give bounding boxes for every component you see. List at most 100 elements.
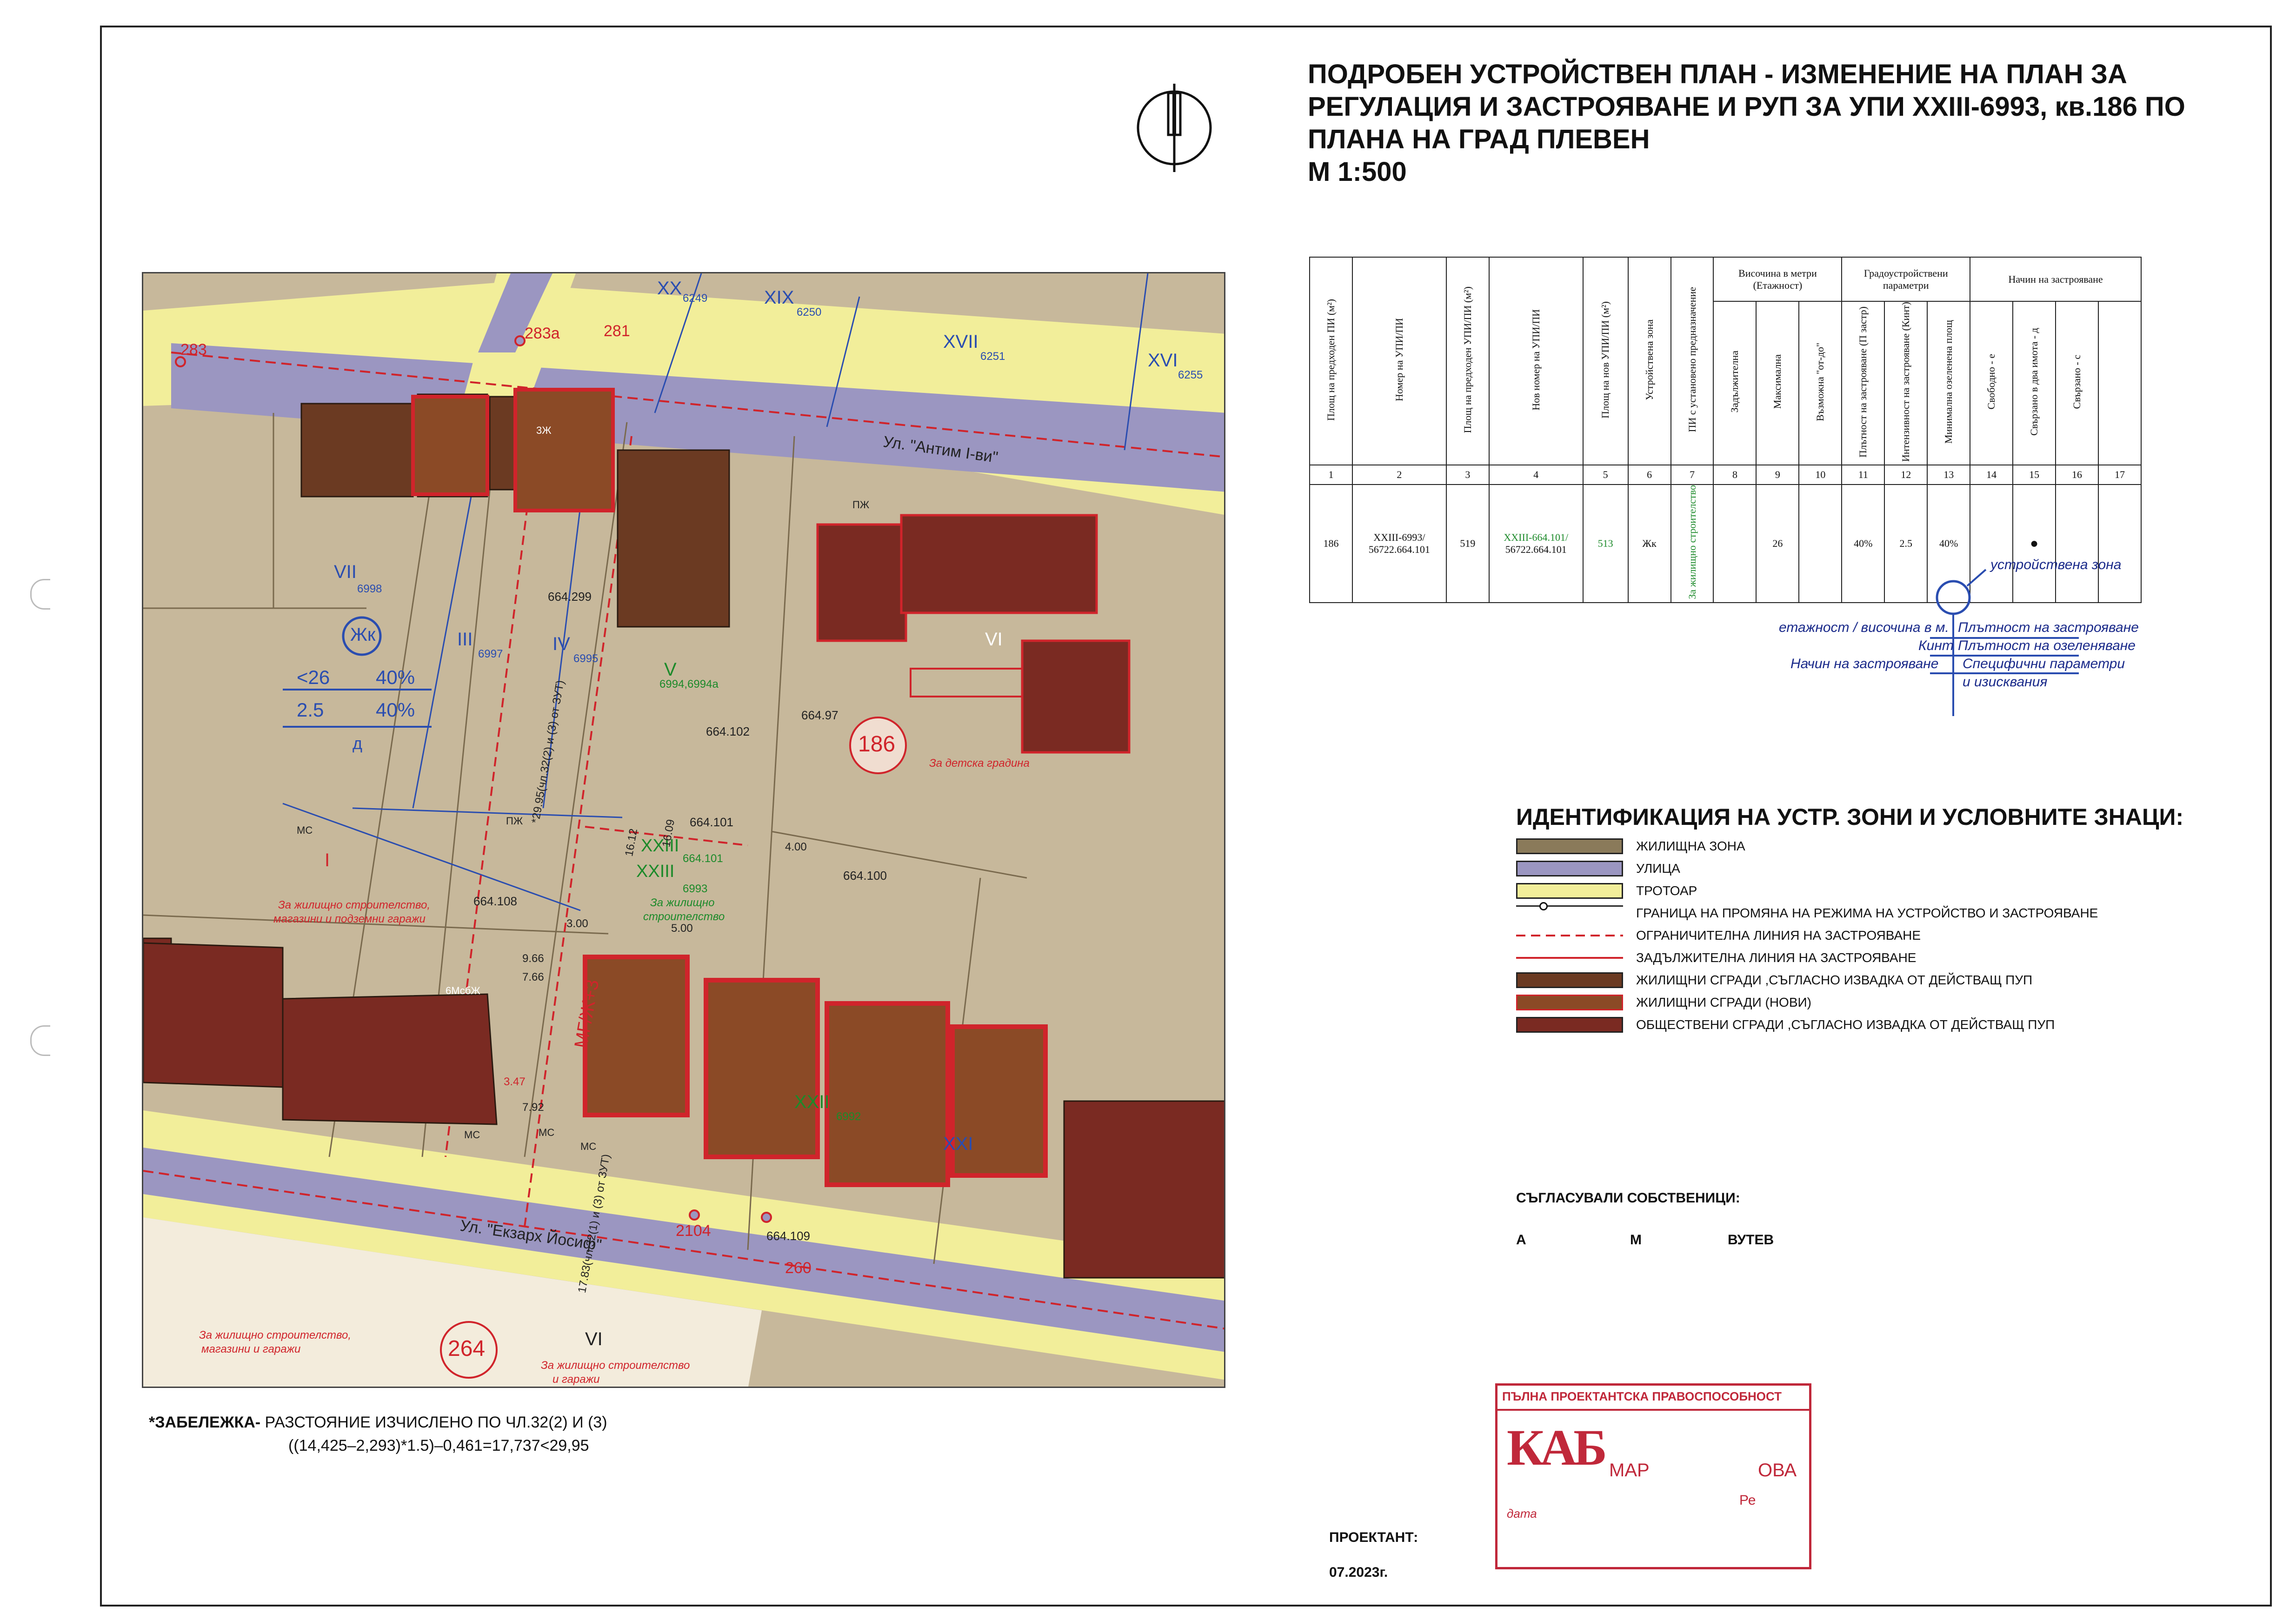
note-text: РАЗСТОЯНИЕ ИЗЧИСЛЕНО ПО ЧЛ.32(2) И (3)	[265, 1414, 607, 1431]
table-header: Свързано - с	[2070, 354, 2083, 409]
parameters-table: Площ на предходен ПИ (м²) Номер на УПИ/П…	[1309, 256, 2142, 603]
table-header: Възможна "от-до"	[1814, 342, 1826, 421]
scale-label: М 1:500	[1308, 157, 1407, 187]
key-density: Плътност на застрояване	[1958, 620, 2139, 635]
agreed-owners-label: СЪГЛАСУВАЛИ СОБСТВЕНИЦИ:	[1516, 1190, 1740, 1206]
key-method: Начин на застрояване	[1790, 656, 1939, 671]
point-label: 281	[604, 322, 630, 340]
zone-code: Жк	[350, 624, 376, 645]
table-header: Нов номер на УПИ/ПИ	[1530, 309, 1542, 411]
purpose-label: За детска градина	[929, 757, 1030, 770]
plot-number: XVII	[943, 332, 978, 352]
note-label: *ЗАБЕЛЕЖКА-	[149, 1414, 261, 1431]
title-line: ПЛАНА НА ГРАД ПЛЕВЕН	[1308, 124, 1650, 154]
plot-number: 6992	[836, 1110, 861, 1123]
plot-number: XXII	[794, 1092, 830, 1112]
ms-label: МС	[580, 1141, 597, 1152]
table-cell: XXIII-664.101/56722.664.101	[1488, 484, 1584, 603]
table-header: Номер на УПИ/ПИ	[1393, 318, 1405, 402]
owner-name: ВУТЕВ	[1728, 1232, 1774, 1248]
table-col-number: 7	[1670, 465, 1714, 485]
table-cell: 186	[1309, 484, 1353, 603]
table-col-number: 13	[1927, 465, 1971, 485]
table-cell: Жк	[1627, 484, 1671, 603]
plot-number: IV	[552, 634, 570, 654]
legend-item: ЗАДЪЛЖИТЕЛНА ЛИНИЯ НА ЗАСТРОЯВАНЕ	[1516, 949, 1916, 967]
table-col-number: 11	[1841, 465, 1885, 485]
purpose-label: За жилищно	[650, 896, 715, 909]
table-cell	[2097, 484, 2142, 603]
table-col-number: 8	[1713, 465, 1757, 485]
purpose-label: За жилищно строителство,	[278, 899, 430, 911]
plot-number: 6997	[478, 648, 503, 660]
dimension: 5.00	[671, 922, 693, 935]
table-col-number: 9	[1756, 465, 1800, 485]
purpose-label: магазини и гаражи	[201, 1343, 301, 1355]
note-formula: ((14,425–2,293)*1.5)–0,461=17,737<29,95	[288, 1437, 589, 1454]
table-col-number: 12	[1884, 465, 1928, 485]
plot-number: XIX	[764, 287, 794, 308]
parcel-id: 664.97	[801, 708, 839, 722]
title-line: ПОДРОБЕН УСТРОЙСТВЕН ПЛАН - ИЗМЕНЕНИЕ НА…	[1308, 59, 2127, 89]
key-floors: етажност / височина в м.	[1779, 620, 1949, 635]
parcel-id: 664.102	[706, 724, 750, 738]
table-col-number: 15	[2012, 465, 2056, 485]
table-header: Максимална	[1771, 354, 1784, 409]
dimension: 7.92	[522, 1101, 544, 1114]
plot-number: V	[664, 659, 677, 680]
dimension: 3.47	[504, 1076, 526, 1088]
key-specific: Специфични параметри	[1963, 656, 2125, 671]
legend-item: ЖИЛИЩНИ СГРАДИ ,СЪГЛАСНО ИЗВАДКА ОТ ДЕЙС…	[1516, 971, 2032, 989]
block-number: 264	[448, 1336, 486, 1361]
table-col-number: 14	[1970, 465, 2014, 485]
table-header: Задължителна	[1729, 351, 1741, 413]
legend-item: ОБЩЕСТВЕНИ СГРАДИ ,СЪГЛАСНО ИЗВАДКА ОТ Д…	[1516, 1016, 2055, 1034]
plan-title: ПОДРОБЕН УСТРОЙСТВЕН ПЛАН - ИЗМЕНЕНИЕ НА…	[1308, 58, 2238, 188]
designer-stamp: ПЪЛНА ПРОЕКТАНТСКА ПРАВОСПОСОБНОСТ КАБ М…	[1495, 1383, 1811, 1569]
punch-hole	[30, 579, 50, 610]
plot-number: XXI	[943, 1134, 973, 1154]
point-label: 283а	[525, 325, 560, 342]
plot-number: 6994,6994а	[659, 678, 719, 690]
table-cell: За жилищно строителство	[1670, 484, 1714, 603]
plot-number: 6995	[573, 652, 599, 665]
dimension: 3.00	[566, 917, 588, 930]
building-code: 3Ж	[536, 425, 552, 436]
dimension: 7.66	[522, 971, 544, 983]
table-header: Устройствена зона	[1643, 319, 1655, 400]
table-header: Интензивност на застрояване (Кинт)	[1900, 302, 1912, 462]
plot-number: XX	[657, 278, 682, 299]
zone-height: <26	[297, 666, 330, 688]
plot-number: I	[325, 850, 330, 870]
plot-number: 6251	[980, 350, 1005, 363]
key-kint: Кинт	[1918, 638, 1954, 653]
plan-map: Ул. "Антим I-ви" Ул. "Екзарх Йосиф" 283 …	[142, 272, 1225, 1388]
building-code: 6МсбЖ	[446, 985, 480, 996]
table-cell: 40%	[1841, 484, 1885, 603]
table-header: ПИ с установено предназначение	[1686, 287, 1698, 432]
table-col-number: 10	[1798, 465, 1843, 485]
parcel-id: 664.108	[473, 894, 517, 908]
legend-item: ЖИЛИЩНИ СГРАДИ (НОВИ)	[1516, 993, 1811, 1012]
zone-green: 40%	[376, 699, 415, 721]
key-zone: устройствена зона	[1990, 557, 2122, 572]
purpose-label: магазини и подземни гаражи	[273, 913, 426, 925]
key-requirements: и изисквания	[1963, 674, 2048, 690]
pzh-label: ПЖ	[506, 815, 523, 827]
point-label: 2104	[676, 1222, 711, 1240]
table-cell: 519	[1445, 484, 1490, 603]
stamp-header: ПЪЛНА ПРОЕКТАНТСКА ПРАВОСПОСОБНОСТ	[1502, 1389, 1782, 1403]
parcel-id: 664.299	[548, 590, 592, 604]
plot-number: VII	[334, 562, 357, 582]
zone-key-diagram	[1930, 569, 2079, 716]
table-cell: XXIII-6993/56722.664.101	[1351, 484, 1447, 603]
table-group-header: Градоустройствени параметри	[1841, 257, 1971, 302]
owner-name: А	[1516, 1232, 1526, 1248]
plot-number: VI	[585, 1329, 603, 1349]
plot-number: XVI	[1148, 350, 1178, 371]
key-green: Плътност на озеленяване	[1958, 638, 2136, 653]
parcel-id: 664.109	[766, 1229, 810, 1243]
parcel-id: 664.100	[843, 869, 887, 883]
table-col-number: 6	[1627, 465, 1671, 485]
plot-number: 6993	[683, 883, 708, 895]
